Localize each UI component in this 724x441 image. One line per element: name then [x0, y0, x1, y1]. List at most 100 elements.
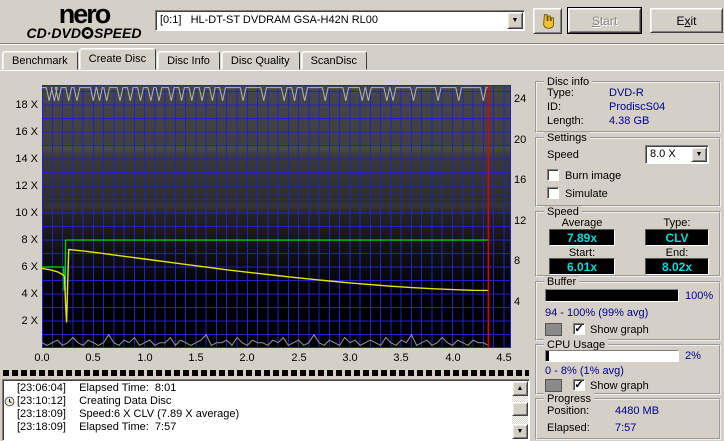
x-axis-tick: 2.5 — [291, 352, 307, 364]
buffer-title: Buffer — [544, 276, 580, 288]
cpu-show-graph-checkbox[interactable]: ✓ — [573, 379, 585, 391]
cpu-percent: 2% — [685, 350, 701, 362]
checkbox-simulate[interactable] — [547, 187, 559, 199]
log-row: [23:10:12] Creating Data Disc — [3, 395, 529, 408]
log-rows: [23:06:04] Elapsed Time: 8:01 [23:10:12] … — [3, 380, 529, 434]
left-axis-tick: 4 X — [21, 288, 38, 300]
speed-end-value: 8.02x — [645, 258, 709, 275]
disc-info-value: 4.38 GB — [609, 115, 650, 127]
speed-label: Speed — [547, 149, 579, 161]
position-label: Position: — [547, 405, 590, 417]
tab-benchmark[interactable]: Benchmark — [2, 51, 78, 70]
x-axis-tick: 1.0 — [137, 352, 153, 364]
position-value: 4480 MB — [615, 405, 660, 417]
log-message: Speed:6 X CLV (7.89 X average) — [73, 408, 240, 420]
hand-icon — [539, 12, 557, 30]
drive-combo-value: [0:1] HL-DT-ST DVDRAM GSA-H42N RL00 — [160, 14, 379, 26]
log-scrollbar[interactable]: ▲ ▼ — [512, 381, 528, 439]
progress-title: Progress — [544, 393, 595, 405]
create-disc-page: 2 X 4 X 6 X 8 X 10 X 12 X 14 X 16 X 18 X 4 8 12 16 2… — [0, 70, 724, 441]
speed-average-value: 7.89x — [549, 229, 615, 246]
x-axis-tick: 4.0 — [445, 352, 461, 364]
elapsed-value: 7:57 — [615, 422, 637, 434]
disc-info-label: Length: — [547, 115, 584, 127]
right-axis-tick: 16 — [514, 174, 527, 186]
speed-average-label: Average — [561, 217, 603, 229]
buffer-percent: 100% — [685, 290, 714, 302]
right-axis-tick: 20 — [514, 134, 527, 146]
left-axis-tick: 6 X — [21, 261, 38, 273]
chevron-down-icon[interactable]: ▼ — [691, 147, 707, 162]
drive-select-combobox[interactable]: [0:1] HL-DT-ST DVDRAM GSA-H42N RL00 ▼ — [155, 10, 525, 31]
log-row: [23:06:04] Elapsed Time: 8:01 — [3, 382, 529, 395]
speed-group: Speed Average Type: 7.89x CLV Start: End… — [535, 206, 721, 277]
tab-create-disc[interactable]: Create Disc — [78, 48, 157, 70]
log-time: [23:10:12] — [17, 395, 66, 407]
tab-disc-quality[interactable]: Disc Quality — [220, 51, 300, 70]
exit-button[interactable]: Exit — [650, 8, 723, 33]
log-time: [23:18:09] — [17, 421, 66, 433]
chevron-down-icon[interactable]: ▼ — [507, 12, 523, 29]
log-separator — [3, 370, 529, 376]
disc-info-group: Disc info Type: DVD-R ID: ProdiscS04 Length:… — [535, 76, 721, 133]
left-axis-tick: 8 X — [21, 234, 38, 246]
buffer-show-graph-checkbox[interactable]: ✓ — [573, 323, 585, 335]
event-log: [23:06:04] Elapsed Time: 8:01 [23:10:12] … — [2, 379, 530, 441]
start-button[interactable]: Start — [567, 7, 642, 34]
cpu-range: 0 - 8% (1% avg) — [545, 365, 624, 377]
nero-logo: nero CD·DVD SPEED — [14, 0, 154, 42]
log-time: [23:18:09] — [17, 408, 66, 420]
logo-cddvd-text: CD·DVD — [26, 25, 81, 41]
log-row: [23:18:09] Speed:6 X CLV (7.89 X average… — [3, 408, 529, 421]
settings-title: Settings — [544, 132, 590, 144]
right-axis-tick: 8 — [514, 255, 521, 267]
disc-icon — [81, 25, 94, 41]
log-message: Elapsed Time: 8:01 — [73, 382, 177, 394]
left-axis-tick: 12 X — [15, 180, 38, 192]
x-axis-tick: 1.5 — [188, 352, 204, 364]
tab-disc-info[interactable]: Disc Info — [157, 51, 220, 70]
speed-graph: 2 X 4 X 6 X 8 X 10 X 12 X 14 X 16 X 18 X 4 8 12 16 2… — [0, 71, 534, 371]
cpu-usage-group: CPU Usage 2% 0 - 8% (1% avg) ✓ Show grap… — [535, 339, 721, 395]
drive-hand-button[interactable] — [533, 8, 562, 34]
checkbox-label: Simulate — [565, 188, 608, 200]
scrollbar-down-icon[interactable]: ▼ — [512, 424, 528, 439]
x-axis-tick: 3.5 — [393, 352, 409, 364]
speed-type-label: Type: — [663, 217, 691, 229]
checkbox-burn-image[interactable] — [547, 169, 559, 181]
disc-info-label: Type: — [547, 87, 574, 99]
left-axis-tick: 18 X — [15, 99, 38, 111]
scrollbar-thumb[interactable] — [512, 402, 528, 416]
elapsed-label: Elapsed: — [547, 422, 590, 434]
buffer-color-swatch — [545, 323, 562, 336]
speed-type-value: CLV — [645, 229, 709, 246]
x-axis-tick: 3.0 — [342, 352, 358, 364]
scrollbar-up-icon[interactable]: ▲ — [512, 381, 528, 396]
x-axis-tick: 0.5 — [85, 352, 101, 364]
checkbox-label: Burn image — [565, 170, 622, 182]
left-axis-tick: 2 X — [21, 315, 38, 327]
progress-group: Progress Position: 4480 MB Elapsed: 7:57 — [535, 393, 721, 440]
disc-info-value: ProdiscS04 — [609, 101, 666, 113]
left-axis-tick: 16 X — [15, 126, 38, 138]
tab-scandisc[interactable]: ScanDisc — [300, 51, 368, 70]
cpu-color-swatch — [545, 379, 562, 392]
x-axis-tick: 2.0 — [239, 352, 255, 364]
buffer-progressbar — [545, 289, 679, 302]
check-icon: ✓ — [574, 323, 584, 335]
toolbar-separator — [0, 43, 724, 45]
graph-plot-area — [42, 85, 511, 348]
x-axis-tick: 0.0 — [34, 352, 50, 364]
check-icon: ✓ — [574, 379, 584, 391]
nero-logo-text: nero — [58, 0, 112, 29]
log-message: Creating Data Disc — [73, 395, 172, 407]
speed-start-value: 6.01x — [549, 258, 615, 275]
speed-combobox[interactable]: 8.0 X ▼ — [645, 145, 709, 164]
cpu-progressbar — [545, 350, 679, 362]
tab-strip: Benchmark Create Disc Disc Info Disc Qualit… — [2, 48, 368, 70]
buffer-show-graph-label: Show graph — [590, 324, 649, 336]
log-time: [23:06:04] — [17, 382, 66, 394]
right-axis-tick: 12 — [514, 215, 527, 227]
disc-info-label: ID: — [547, 101, 562, 113]
logo-speed-text: SPEED — [93, 25, 142, 41]
